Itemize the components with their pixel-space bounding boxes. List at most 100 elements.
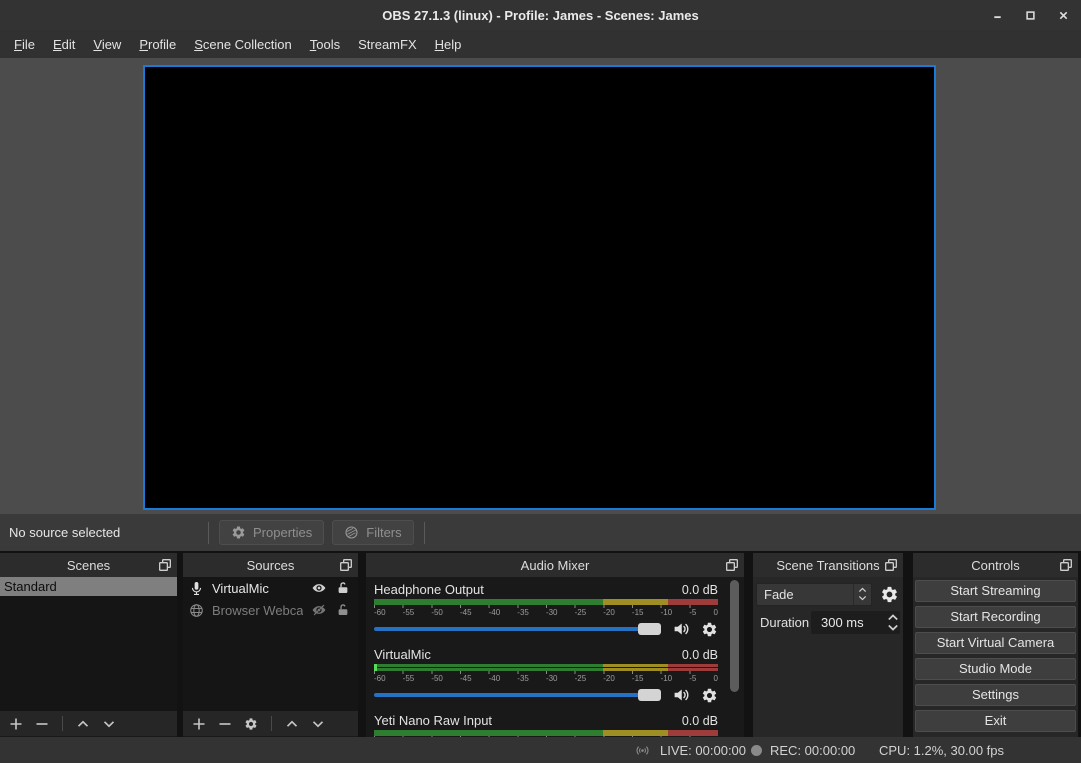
gear-icon (880, 585, 899, 604)
tick-label: -50 (431, 608, 443, 617)
mixer-scrollbar[interactable] (730, 580, 739, 692)
source-item-virtualmic[interactable]: VirtualMic (183, 577, 358, 599)
minimize-button[interactable] (992, 10, 1003, 21)
preview-canvas[interactable] (143, 65, 936, 510)
mixer-channel-db: 0.0 dB (682, 714, 718, 728)
volume-slider-handle[interactable] (638, 689, 661, 701)
scenes-panel-header[interactable]: Scenes (0, 553, 177, 577)
source-name: VirtualMic (212, 581, 303, 596)
scene-transitions-body: Fade Duration 300 ms (753, 577, 903, 737)
menu-help[interactable]: Help (426, 33, 471, 56)
scene-transitions-panel-header[interactable]: Scene Transitions (753, 553, 903, 577)
settings-button[interactable]: Settings (915, 684, 1076, 706)
tick-label: -35 (517, 674, 529, 683)
tick-label: -45 (460, 608, 472, 617)
remove-source-button[interactable] (218, 717, 232, 731)
properties-button[interactable]: Properties (219, 520, 324, 545)
properties-button-label: Properties (253, 525, 312, 540)
exit-button[interactable]: Exit (915, 710, 1076, 732)
menu-edit[interactable]: Edit (44, 33, 84, 56)
source-item-browser-webcam[interactable]: Browser Webcam (183, 599, 358, 621)
menu-tools[interactable]: Tools (301, 33, 349, 56)
controls-panel-header[interactable]: Controls (913, 553, 1078, 577)
tick-label: -20 (603, 608, 615, 617)
add-source-button[interactable] (192, 717, 206, 731)
meter-peak-indicator (374, 664, 377, 671)
eye-slash-icon[interactable] (311, 603, 327, 617)
tick-label: 0 (713, 674, 717, 683)
move-source-down-button[interactable] (311, 717, 325, 731)
popout-icon (158, 558, 172, 572)
mixer-channel-name: Yeti Nano Raw Input (374, 713, 492, 728)
volume-slider[interactable] (374, 627, 661, 631)
popout-icon (339, 558, 353, 572)
transition-select[interactable]: Fade (756, 583, 872, 606)
volume-slider[interactable] (374, 693, 661, 697)
eye-icon[interactable] (311, 581, 327, 595)
globe-icon (189, 603, 204, 618)
gear-icon[interactable] (701, 621, 718, 638)
move-scene-up-button[interactable] (76, 717, 90, 731)
speaker-icon[interactable] (672, 620, 690, 638)
meter-bar (374, 599, 718, 605)
menu-view[interactable]: View (84, 33, 130, 56)
chevron-down-icon[interactable] (887, 623, 899, 632)
studio-mode-button[interactable]: Studio Mode (915, 658, 1076, 680)
gear-icon (231, 525, 246, 540)
meter-tick-labels: -60-55-50-45-40-35-30-25-20-15-10-50 (374, 674, 718, 683)
move-source-up-button[interactable] (285, 717, 299, 731)
duration-spinbox[interactable]: 300 ms (811, 611, 900, 634)
controls-panel-title: Controls (971, 558, 1019, 573)
start-virtual-camera-button[interactable]: Start Virtual Camera (915, 632, 1076, 654)
gear-icon[interactable] (701, 687, 718, 704)
record-icon (751, 745, 762, 756)
source-properties-button[interactable] (244, 717, 258, 731)
transition-properties-button[interactable] (878, 582, 901, 606)
unlock-icon[interactable] (335, 581, 351, 595)
live-time: LIVE: 00:00:00 (660, 743, 746, 758)
filters-button[interactable]: Filters (332, 520, 413, 545)
meter-bar (374, 668, 718, 671)
scene-item-standard[interactable]: Standard (0, 577, 177, 596)
menu-streamfx[interactable]: StreamFX (349, 33, 426, 56)
menu-scene-collection[interactable]: Scene Collection (185, 33, 301, 56)
mixer-channel-headphone-output: Headphone Output0.0 dB-60-55-50-45-40-35… (374, 581, 718, 637)
sources-list: VirtualMic Browser Webcam (183, 577, 358, 711)
chevron-down-icon[interactable] (858, 595, 867, 601)
remove-scene-button[interactable] (35, 717, 49, 731)
window-title: OBS 27.1.3 (linux) - Profile: James - Sc… (382, 8, 698, 23)
maximize-button[interactable] (1025, 10, 1036, 21)
mixer-channel-yeti-nano-raw-input: Yeti Nano Raw Input0.0 dB-60-55-50-45-40… (374, 712, 718, 737)
tick-label: -45 (460, 674, 472, 683)
mixer-channel-header: Yeti Nano Raw Input 0.0 dB (374, 712, 718, 729)
tick-label: -25 (575, 608, 587, 617)
toolbar-separator (424, 522, 425, 544)
audio-mixer-panel-header[interactable]: Audio Mixer (366, 553, 744, 577)
tick-label: -60 (374, 608, 386, 617)
chevron-up-icon[interactable] (858, 587, 867, 593)
add-scene-button[interactable] (9, 717, 23, 731)
scenes-panel: Scenes Standard (0, 553, 177, 737)
filter-icon (344, 525, 359, 540)
volume-slider-row (374, 687, 718, 703)
statusbar: LIVE: 00:00:00 REC: 00:00:00 CPU: 1.2%, … (0, 737, 1081, 763)
tick-label: -50 (431, 674, 443, 683)
start-streaming-button[interactable]: Start Streaming (915, 580, 1076, 602)
cpu-fps-text: CPU: 1.2%, 30.00 fps (879, 743, 1004, 758)
unlock-icon[interactable] (335, 603, 351, 617)
scenes-list: Standard (0, 577, 177, 711)
source-status-text: No source selected (9, 525, 202, 540)
scenes-panel-title: Scenes (67, 558, 110, 573)
duration-label: Duration (756, 615, 809, 630)
chevron-up-icon[interactable] (887, 613, 899, 622)
menu-file[interactable]: File (5, 33, 44, 56)
sources-panel-header[interactable]: Sources (183, 553, 358, 577)
move-scene-down-button[interactable] (102, 717, 116, 731)
start-recording-button[interactable]: Start Recording (915, 606, 1076, 628)
menu-profile[interactable]: Profile (130, 33, 185, 56)
audio-mixer-panel-title: Audio Mixer (521, 558, 590, 573)
speaker-icon[interactable] (672, 686, 690, 704)
source-toolbar: No source selected Properties Filters (0, 514, 1081, 551)
volume-slider-handle[interactable] (638, 623, 661, 635)
close-button[interactable] (1058, 10, 1069, 21)
